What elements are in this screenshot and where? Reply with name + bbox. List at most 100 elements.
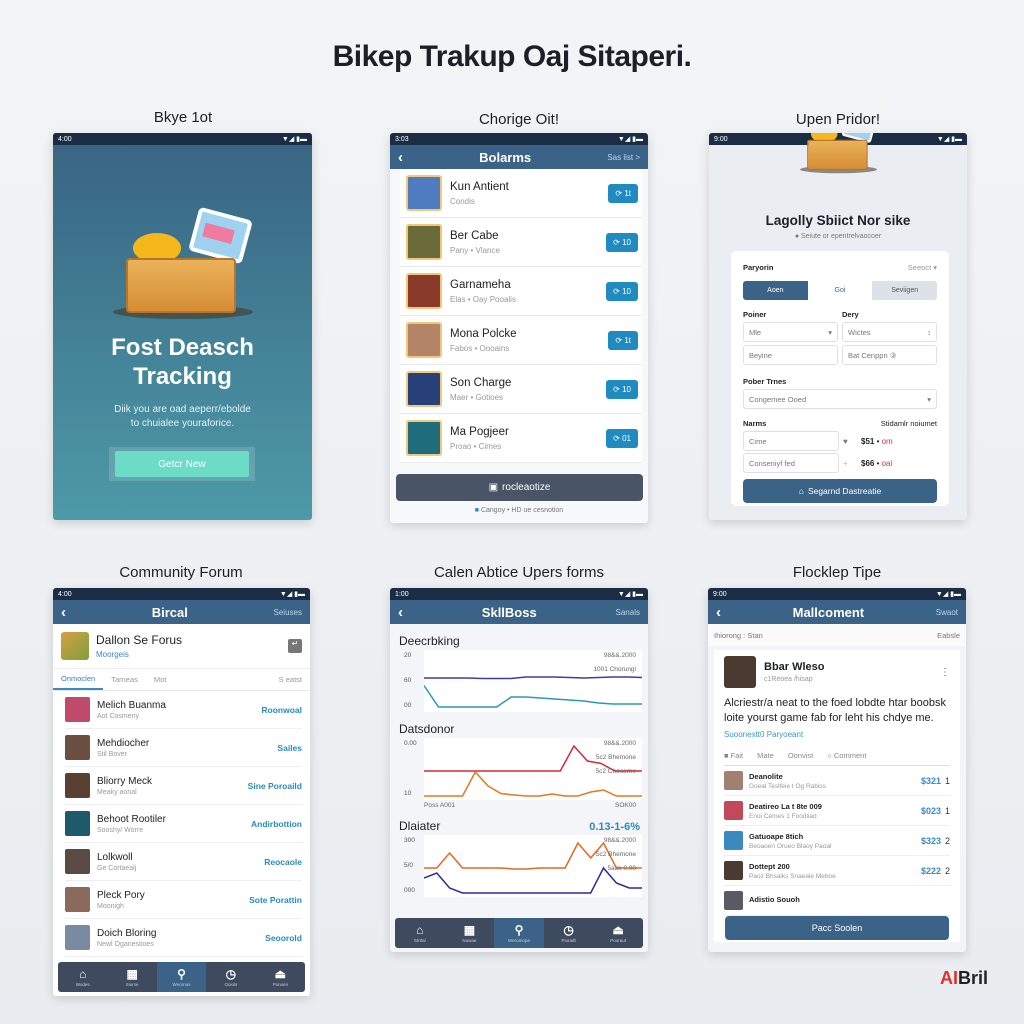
- thread-link[interactable]: Andirbottion: [251, 819, 302, 829]
- name2-input[interactable]: Conseniyf fed: [743, 453, 839, 473]
- action[interactable]: Oonvist: [788, 751, 813, 760]
- item-badge-button[interactable]: ⟳ 01: [606, 428, 638, 448]
- sub-header-right[interactable]: Eabsle: [937, 631, 960, 640]
- field1-select[interactable]: Mle ▾: [743, 322, 838, 342]
- thread-sub: Aot Cosmeny: [97, 712, 140, 720]
- nav-item[interactable]: ⚲ Weromope: [494, 918, 544, 948]
- back-icon[interactable]: ‹: [398, 604, 403, 621]
- thread-link[interactable]: Seoorold: [265, 933, 302, 943]
- footer-note: ■ Cangoy • HD ue cesnotion: [390, 507, 648, 514]
- header-action[interactable]: Seiuses: [274, 608, 302, 617]
- product-row[interactable]: Deatireo La t 8te 009 Enoi Cemes 1 Foodii…: [724, 796, 950, 826]
- tab[interactable]: Mot: [146, 669, 175, 690]
- post-link[interactable]: Suoonextt0 Paryoeant: [724, 730, 950, 739]
- field2-select[interactable]: Wictes ↕: [842, 322, 937, 342]
- thread-row[interactable]: Lolkwoll Ge Cortaealj Reocaole: [65, 843, 302, 881]
- back-icon[interactable]: ‹: [398, 149, 403, 166]
- section-select[interactable]: Seeoct ▾: [908, 263, 937, 272]
- thread-row[interactable]: Doich Bloring Newl Oganestioes Seoorold: [65, 919, 302, 957]
- item-badge-button[interactable]: ⟳ 1t: [608, 183, 638, 203]
- product-price: $023: [920, 805, 941, 816]
- list-item[interactable]: Son Charge Maer • Gotioes ⟳ 10: [400, 365, 642, 414]
- thread-link[interactable]: Sote Porattin: [249, 895, 302, 905]
- chart-header: Datsdonor: [390, 712, 640, 736]
- avatar: [65, 887, 90, 912]
- action[interactable]: ■ Fait: [724, 751, 743, 760]
- segment-option[interactable]: Seviigen: [872, 281, 937, 300]
- list-label: Chorige Oit!: [478, 111, 560, 128]
- product-row[interactable]: Gatuoape 8tich Beoaoen Orueo Blaoy Paoal $…: [724, 826, 950, 856]
- tab[interactable]: Onmoclen: [53, 669, 104, 690]
- avatar: [406, 224, 442, 260]
- nav-item[interactable]: ◷ Ooiols: [206, 962, 255, 992]
- item-badge-button[interactable]: ⟳ 10: [606, 379, 638, 399]
- item-badge-button[interactable]: ⟳ 1t: [608, 330, 638, 350]
- thread-link[interactable]: Roonwoal: [261, 705, 302, 715]
- thread-row[interactable]: Pleck Pory Moonigh Sote Porattin: [65, 881, 302, 919]
- thread-row[interactable]: Melich Buanma Aot Cosmeny Roonwoal: [65, 691, 302, 729]
- tab[interactable]: S eatst: [271, 669, 310, 690]
- thread-link[interactable]: Sailes: [277, 743, 302, 753]
- menu-icon[interactable]: ↵: [288, 639, 302, 653]
- action[interactable]: Mate: [757, 751, 774, 760]
- thread-title: Lolkwoll: [97, 851, 133, 863]
- thread-row[interactable]: Behoot Rootiler Sooshy/ Worre Andirbottion: [65, 805, 302, 843]
- nav-item[interactable]: ⏏ Pooraut: [593, 918, 643, 948]
- thread-link[interactable]: Sine Poroaild: [248, 781, 302, 791]
- nav-item[interactable]: ▦ Nuwae: [445, 918, 495, 948]
- avatar: [65, 849, 90, 874]
- bottom-action-button[interactable]: ▣ rocleaotize: [396, 474, 643, 501]
- item-badge-button[interactable]: ⟳ 10: [606, 232, 638, 252]
- time-select[interactable]: Congemee Ooed ▾: [743, 389, 937, 409]
- product-text: Deanolite Goeal Teslfeie t Og Rabiss: [749, 772, 921, 790]
- thread-row[interactable]: Bliorry Meck Meaky aonal Sine Poroaild: [65, 767, 302, 805]
- nav-item[interactable]: ⌂ Wodes: [58, 962, 107, 992]
- list-item[interactable]: Mona Polcke Fabos • Oooains ⟳ 1t: [400, 316, 642, 365]
- bottom-nav: ⌂ Wodes ▦ Siurse ⚲ Weornos ◷ Ooiols ⏏ Ponoen: [58, 962, 305, 992]
- list-item[interactable]: Garnameha Elas • Oay Pooalis ⟳ 10: [400, 267, 642, 316]
- field4-input[interactable]: Bat Cenppn ③: [842, 345, 937, 365]
- item-badge-button[interactable]: ⟳ 10: [606, 281, 638, 301]
- product-row[interactable]: Adistio Souoh: [724, 886, 950, 916]
- header-action[interactable]: Sas list >: [607, 153, 640, 162]
- list-item[interactable]: Ma Pogjeer Proao • Cimes ⟳ 01: [400, 414, 642, 463]
- segment-option[interactable]: Goi: [807, 281, 873, 300]
- back-icon[interactable]: ‹: [716, 604, 721, 621]
- get-started-button[interactable]: Getcr New: [115, 451, 249, 477]
- item-name: Kun Antient: [450, 180, 509, 193]
- primary-button[interactable]: Pacc Soolen: [725, 916, 949, 940]
- field3-input[interactable]: Beyine: [743, 345, 838, 365]
- thread-row[interactable]: Mehdiocher Stil Bover Sailes: [65, 729, 302, 767]
- segment-option[interactable]: Aoen: [743, 281, 808, 300]
- avatar: [65, 811, 90, 836]
- chart-header: Deecrbking: [390, 624, 640, 648]
- header-action[interactable]: Swaot: [936, 608, 958, 617]
- name1-input[interactable]: Cime: [743, 431, 839, 451]
- nav-item[interactable]: ⚲ Weornos: [156, 962, 207, 992]
- product-row[interactable]: Deanolite Goeal Teslfeie t Og Rabiss $321 1: [724, 766, 950, 796]
- list-item[interactable]: Ber Cabe Pany • Vlance ⟳ 10: [400, 218, 642, 267]
- nav-label: Ooiols: [224, 982, 238, 987]
- product-qty: 2: [944, 835, 950, 846]
- tab[interactable]: Tarneas: [103, 669, 146, 690]
- action[interactable]: ○ Comment: [827, 751, 866, 760]
- back-icon[interactable]: ‹: [61, 604, 66, 621]
- item-text: Son Charge Maer • Gotioes: [450, 377, 606, 402]
- legend-label: 5c2 Bhemone: [595, 851, 636, 858]
- item-text: Garnameha Elas • Oay Pooalis: [450, 279, 606, 304]
- forum-subtitle: Moorgeis: [96, 650, 129, 659]
- header-action[interactable]: Sanals: [616, 608, 640, 617]
- avatar: [65, 697, 90, 722]
- product-row[interactable]: Dottept 200 Paoz Bhsaiks Snaeale Meboe $22…: [724, 856, 950, 886]
- nav-item[interactable]: ⌂ Strttal: [395, 918, 445, 948]
- stats-label: Calen Abtice Upers forms: [433, 564, 605, 581]
- nav-label: Siurse: [125, 982, 139, 987]
- nav-item[interactable]: ▦ Siurse: [107, 962, 156, 992]
- more-icon[interactable]: ⋮: [940, 667, 950, 678]
- chart-header: Dlaiater 0.13-1-6%: [390, 809, 640, 833]
- submit-button[interactable]: ⌂ Segarnd Dastreatie: [743, 479, 937, 503]
- nav-item[interactable]: ⏏ Ponoen: [256, 962, 305, 992]
- nav-item[interactable]: ◷ Pioradt: [544, 918, 594, 948]
- list-item[interactable]: Kun Antient Condis ⟳ 1t: [400, 169, 642, 218]
- thread-link[interactable]: Reocaole: [264, 857, 302, 867]
